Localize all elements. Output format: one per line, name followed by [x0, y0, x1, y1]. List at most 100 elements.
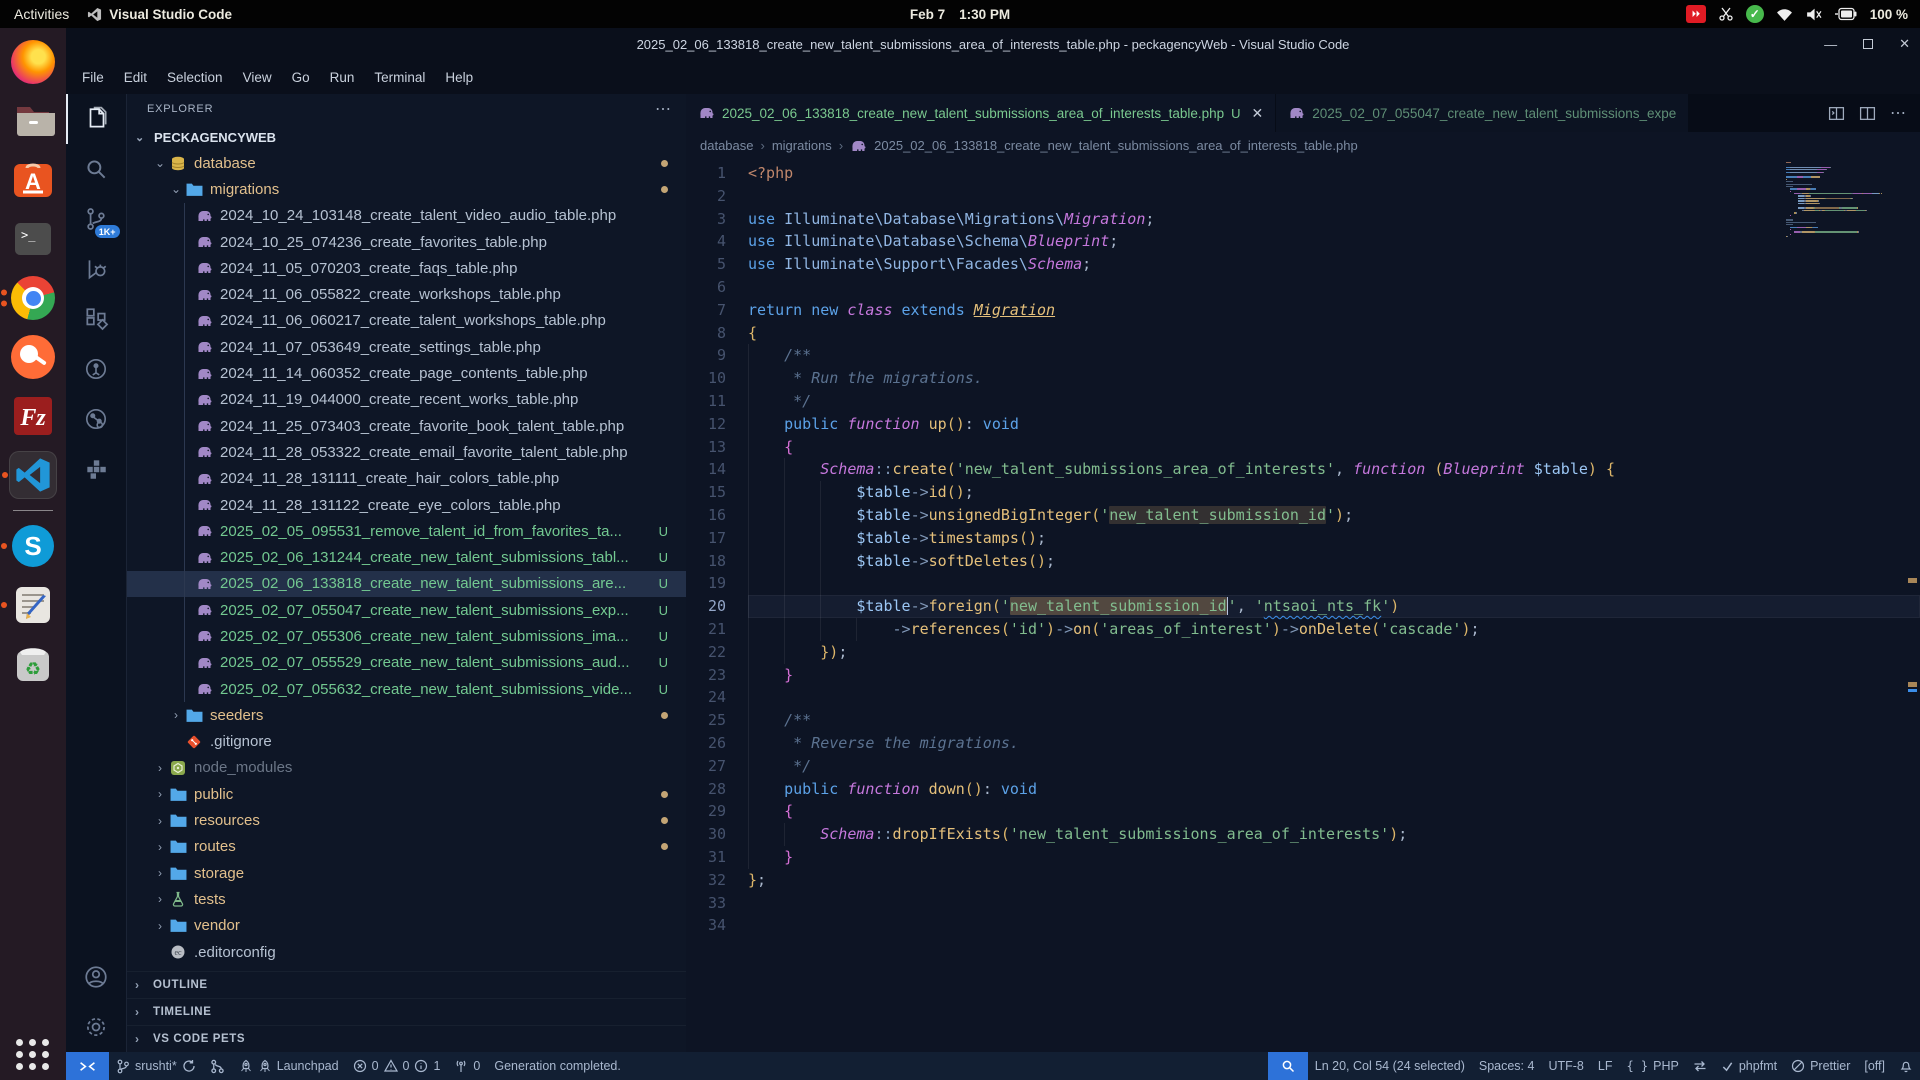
status-status-message[interactable]: Generation completed.	[487, 1052, 627, 1080]
breadcrumb-item[interactable]: 2025_02_06_133818_create_new_talent_subm…	[874, 138, 1358, 153]
code-line-9[interactable]: 9 /**	[686, 344, 1920, 367]
code-line-20[interactable]: 20 $table->foreign('new_talent_submissio…	[686, 595, 1920, 618]
tree-file--gitignore[interactable]: .gitignore	[127, 729, 686, 755]
app-grid-button[interactable]	[16, 1039, 50, 1070]
code-line-31[interactable]: 31 }	[686, 846, 1920, 869]
code-line-22[interactable]: 22 });	[686, 641, 1920, 664]
minimap[interactable]	[1786, 162, 1904, 243]
activity-search-icon[interactable]	[66, 144, 127, 194]
code-line-4[interactable]: 4use Illuminate\Database\Schema\Blueprin…	[686, 230, 1920, 253]
menu-help[interactable]: Help	[435, 65, 483, 90]
activity-run-debug-icon[interactable]	[66, 244, 127, 294]
code-line-7[interactable]: 7return new class extends Migration	[686, 299, 1920, 322]
status-git-graph[interactable]	[203, 1052, 232, 1080]
open-changes-button[interactable]	[1828, 105, 1845, 122]
battery-icon[interactable]	[1834, 7, 1858, 21]
activity-extensions-icon[interactable]	[66, 294, 127, 344]
code-line-11[interactable]: 11 */	[686, 390, 1920, 413]
menu-run[interactable]: Run	[320, 65, 365, 90]
tree-file-2024-11-07-053649-create-settings-table-php[interactable]: 2024_11_07_053649_create_settings_table.…	[127, 334, 686, 360]
split-editor-button[interactable]	[1859, 105, 1876, 122]
activity-circle-nodes-icon[interactable]	[66, 394, 127, 444]
code-line-25[interactable]: 25 /**	[686, 709, 1920, 732]
status-eol[interactable]: LF	[1591, 1052, 1620, 1080]
tree-folder-node-modules[interactable]: ›node_modules	[127, 755, 686, 781]
code-line-2[interactable]: 2	[686, 185, 1920, 208]
tree-file--editorconfig[interactable]: ec.editorconfig	[127, 939, 686, 965]
tree-folder-migrations[interactable]: ⌄migrations	[127, 176, 686, 202]
activity-circle-graph-icon[interactable]	[66, 344, 127, 394]
activity-source-control-icon[interactable]: 1K+	[66, 194, 127, 244]
status-cursor-position[interactable]: Ln 20, Col 54 (24 selected)	[1308, 1052, 1472, 1080]
more-actions-button[interactable]: ⋯	[1890, 103, 1906, 123]
status-search-status[interactable]	[1268, 1052, 1308, 1080]
tree-file-2025-02-06-131244-create-new-talent-submissions-tabl[interactable]: 2025_02_06_131244_create_new_talent_subm…	[127, 544, 686, 570]
clock[interactable]: Feb 71:30 PM	[910, 7, 1010, 22]
menu-go[interactable]: Go	[282, 65, 320, 90]
status-problems[interactable]: 001	[346, 1052, 448, 1080]
tree-folder-tests[interactable]: ›tests	[127, 886, 686, 912]
section-timeline[interactable]: ›TIMELINE	[127, 998, 686, 1025]
tree-file-2024-11-06-060217-create-talent-workshops-table-php[interactable]: 2024_11_06_060217_create_talent_workshop…	[127, 308, 686, 334]
dock-text-editor-icon[interactable]	[9, 581, 57, 629]
breadcrumb-item[interactable]: database	[700, 138, 754, 153]
tree-file-2024-11-28-053322-create-email-favorite-talent-table-php[interactable]: 2024_11_28_053322_create_email_favorite_…	[127, 439, 686, 465]
tree-folder-routes[interactable]: ›routes	[127, 834, 686, 860]
code-line-26[interactable]: 26 * Reverse the migrations.	[686, 732, 1920, 755]
restore-button[interactable]	[1863, 39, 1873, 49]
code-line-10[interactable]: 10 * Run the migrations.	[686, 367, 1920, 390]
menu-file[interactable]: File	[72, 65, 114, 90]
code-line-30[interactable]: 30 Schema::dropIfExists('new_talent_subm…	[686, 823, 1920, 846]
close-icon[interactable]: ✕	[1252, 105, 1264, 122]
code-line-24[interactable]: 24	[686, 686, 1920, 709]
close-button[interactable]: ✕	[1899, 36, 1910, 52]
code-line-18[interactable]: 18 $table->softDeletes();	[686, 550, 1920, 573]
status-phpfmt[interactable]: phpfmt	[1714, 1052, 1784, 1080]
code-line-6[interactable]: 6	[686, 276, 1920, 299]
status-tunnel[interactable]: 0	[447, 1052, 487, 1080]
code-line-32[interactable]: 32};	[686, 869, 1920, 892]
dock-filezilla-icon[interactable]: Fz	[9, 392, 57, 440]
menu-terminal[interactable]: Terminal	[364, 65, 435, 90]
tree-file-2025-02-07-055529-create-new-talent-submissions-aud[interactable]: 2025_02_07_055529_create_new_talent_subm…	[127, 650, 686, 676]
tree-file-2024-11-14-060352-create-page-contents-table-php[interactable]: 2024_11_14_060352_create_page_contents_t…	[127, 360, 686, 386]
tree-file-2024-10-24-103148-create-talent-video-audio-table-php[interactable]: 2024_10_24_103148_create_talent_video_au…	[127, 203, 686, 229]
dock-chrome-icon[interactable]	[9, 274, 57, 322]
muted-speaker-icon[interactable]	[1805, 7, 1822, 22]
code-line-1[interactable]: 1<?php	[686, 162, 1920, 185]
status-encoding[interactable]: UTF-8	[1541, 1052, 1590, 1080]
code-line-16[interactable]: 16 $table->unsignedBigInteger('new_talen…	[686, 504, 1920, 527]
code-line-34[interactable]: 34	[686, 914, 1920, 937]
tree-file-2025-02-07-055632-create-new-talent-submissions-vide[interactable]: 2025_02_07_055632_create_new_talent_subm…	[127, 676, 686, 702]
editor-tab[interactable]: 2025_02_06_133818_create_new_talent_subm…	[686, 94, 1275, 132]
menu-view[interactable]: View	[233, 65, 282, 90]
explorer-more-actions[interactable]: ⋯	[655, 99, 672, 119]
tree-file-2024-11-05-070203-create-faqs-table-php[interactable]: 2024_11_05_070203_create_faqs_table.php	[127, 255, 686, 281]
tree-folder-vendor[interactable]: ›vendor	[127, 913, 686, 939]
activity-files-explorer-icon[interactable]	[66, 94, 127, 144]
breadcrumb-item[interactable]: migrations	[772, 138, 832, 153]
activity-account-icon[interactable]	[66, 952, 127, 1002]
status-remote[interactable]	[66, 1052, 109, 1080]
status-git-branch[interactable]: srushti*	[109, 1052, 203, 1080]
status-language-mode[interactable]: { }PHP	[1619, 1052, 1685, 1080]
code-line-33[interactable]: 33	[686, 892, 1920, 915]
tree-file-2025-02-07-055047-create-new-talent-submissions-exp[interactable]: 2025_02_07_055047_create_new_talent_subm…	[127, 597, 686, 623]
code-line-29[interactable]: 29 {	[686, 800, 1920, 823]
tree-folder-seeders[interactable]: ›seeders	[127, 702, 686, 728]
overview-ruler[interactable]	[1906, 160, 1920, 1052]
window-title-bar[interactable]: 2025_02_06_133818_create_new_talent_subm…	[66, 28, 1920, 60]
scissors-tray-icon[interactable]	[1718, 6, 1734, 22]
check-tray-icon[interactable]: ✓	[1746, 5, 1764, 23]
dock-vscode-icon[interactable]	[9, 451, 57, 499]
status-pets-toggle[interactable]: [off]	[1857, 1052, 1892, 1080]
dock-terminal-icon[interactable]: >_	[9, 215, 57, 263]
tree-file-2024-11-06-055822-create-workshops-table-php[interactable]: 2024_11_06_055822_create_workshops_table…	[127, 281, 686, 307]
code-line-5[interactable]: 5use Illuminate\Support\Facades\Schema;	[686, 253, 1920, 276]
dock-ubuntu-software-icon[interactable]: A	[9, 156, 57, 204]
tree-file-2024-11-28-131111-create-hair-colors-table-php[interactable]: 2024_11_28_131111_create_hair_colors_tab…	[127, 466, 686, 492]
tree-folder-storage[interactable]: ›storage	[127, 860, 686, 886]
tree-file-2024-11-25-073403-create-favorite-book-talent-table-php[interactable]: 2024_11_25_073403_create_favorite_book_t…	[127, 413, 686, 439]
code-line-17[interactable]: 17 $table->timestamps();	[686, 527, 1920, 550]
dock-files-icon[interactable]	[9, 97, 57, 145]
